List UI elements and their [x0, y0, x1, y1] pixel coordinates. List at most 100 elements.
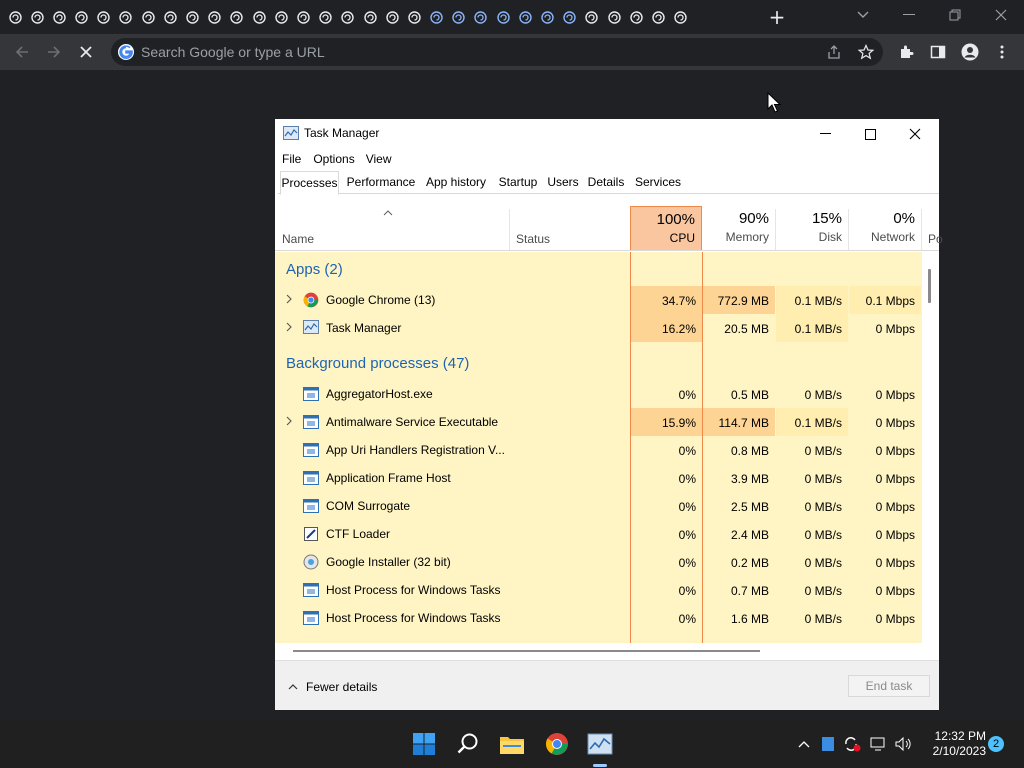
tab-search-button[interactable] — [851, 4, 875, 26]
tab-favicon-icon[interactable] — [385, 10, 399, 25]
task-manager-taskbar-icon[interactable] — [586, 730, 614, 758]
tm-maximize-button[interactable] — [859, 123, 881, 145]
tab-favicon-icon[interactable] — [674, 10, 688, 25]
column-status[interactable]: Status — [516, 232, 550, 246]
tab-favicon-icon[interactable] — [97, 10, 111, 25]
network-icon[interactable] — [870, 736, 888, 752]
tab-favicon-icon[interactable] — [629, 10, 643, 25]
tab-favicon-icon[interactable] — [230, 10, 244, 25]
tab-favicon-icon[interactable] — [430, 10, 444, 25]
table-row[interactable]: Google Chrome (13) 34.7% 772.9 MB 0.1 MB/s 0… — [275, 286, 922, 314]
horizontal-scrollbar-thumb[interactable] — [293, 650, 760, 652]
table-row[interactable]: CTF Loader 0% 2.4 MB 0 MB/s 0 Mbps — [275, 520, 922, 548]
stop-loading-button[interactable] — [74, 40, 98, 64]
volume-icon[interactable] — [895, 736, 913, 752]
start-windows-icon[interactable] — [410, 730, 438, 758]
tab-favicon-icon[interactable] — [563, 10, 577, 25]
column-divider[interactable] — [509, 209, 510, 250]
extensions-puzzle-icon[interactable] — [896, 42, 916, 62]
address-input[interactable] — [141, 41, 821, 63]
tab-favicon-icon[interactable] — [541, 10, 555, 25]
tab-startup[interactable]: Startup — [496, 171, 540, 194]
tab-favicon-icon[interactable] — [585, 10, 599, 25]
share-icon[interactable] — [825, 43, 843, 61]
tab-services[interactable]: Services — [633, 171, 683, 194]
tab-favicon-icon[interactable] — [651, 10, 665, 25]
tab-favicon-icon[interactable] — [407, 10, 421, 25]
tab-processes[interactable]: Processes — [280, 171, 339, 195]
chevron-right-icon[interactable] — [284, 320, 294, 334]
table-row[interactable]: Application Frame Host 0% 3.9 MB 0 MB/s 0 Mb… — [275, 464, 922, 492]
tab-favicon-icon[interactable] — [52, 10, 66, 25]
column-power-truncated[interactable]: Po — [928, 232, 943, 246]
show-hidden-icons-chevron-icon[interactable] — [795, 736, 813, 752]
tab-app-history[interactable]: App history — [424, 171, 488, 194]
tab-favicon-icon[interactable] — [607, 10, 621, 25]
table-row[interactable]: Antimalware Service Executable 15.9% 114.7… — [275, 408, 922, 436]
column-memory[interactable]: 90% Memory — [703, 206, 775, 250]
menu-view[interactable]: View — [355, 149, 392, 169]
tray-app-icon[interactable] — [819, 736, 837, 752]
column-disk[interactable]: 15% Disk — [776, 206, 848, 250]
restore-button[interactable] — [943, 4, 967, 26]
tab-favicon-icon[interactable] — [296, 10, 310, 25]
column-divider[interactable] — [921, 209, 922, 250]
bookmark-star-icon[interactable] — [857, 43, 875, 61]
system-clock[interactable]: 12:32 PM 2/10/2023 — [922, 729, 986, 759]
chrome-taskbar-icon[interactable] — [543, 730, 571, 758]
side-panel-icon[interactable] — [928, 42, 948, 62]
tab-details[interactable]: Details — [586, 171, 626, 194]
tm-minimize-button[interactable] — [814, 123, 836, 145]
tab-favicon-icon[interactable] — [30, 10, 44, 25]
tab-favicon-icon[interactable] — [141, 10, 155, 25]
menu-file[interactable]: File — [275, 149, 301, 169]
file-explorer-icon[interactable] — [498, 730, 526, 758]
forward-button[interactable] — [42, 40, 66, 64]
column-network[interactable]: 0% Network — [849, 206, 921, 250]
profile-avatar-icon[interactable] — [960, 42, 980, 62]
tab-favicon-icon[interactable] — [75, 10, 89, 25]
close-button[interactable] — [989, 4, 1013, 26]
tab-favicon-icon[interactable] — [208, 10, 222, 25]
search-icon[interactable] — [454, 730, 482, 758]
table-row[interactable]: App Uri Handlers Registration V... 0% 0.8 … — [275, 436, 922, 464]
tab-favicon-icon[interactable] — [163, 10, 177, 25]
tab-favicon-icon[interactable] — [319, 10, 333, 25]
table-row[interactable]: Host Process for Windows Tasks 0% 0.7 MB 0 … — [275, 576, 922, 604]
tab-favicon-icon[interactable] — [274, 10, 288, 25]
table-row[interactable]: AggregatorHost.exe 0% 0.5 MB 0 MB/s 0 Mbps — [275, 380, 922, 408]
table-row[interactable]: Task Manager 16.2% 20.5 MB 0.1 MB/s 0 Mbps — [275, 314, 922, 342]
minimize-button[interactable] — [897, 4, 921, 26]
chevron-right-icon[interactable] — [284, 292, 294, 306]
tab-favicon-icon[interactable] — [119, 10, 133, 25]
tab-favicon-icon[interactable] — [474, 10, 488, 25]
tab-users[interactable]: Users — [546, 171, 580, 194]
tab-favicon-icon[interactable] — [518, 10, 532, 25]
tab-favicon-icon[interactable] — [252, 10, 266, 25]
vertical-scrollbar-thumb[interactable] — [928, 269, 931, 303]
task-manager-titlebar[interactable]: Task Manager — [275, 119, 939, 147]
column-name[interactable]: Name — [282, 232, 314, 246]
fewer-details-button[interactable]: Fewer details — [288, 680, 377, 694]
back-button[interactable] — [10, 40, 34, 64]
tab-performance[interactable]: Performance — [341, 171, 421, 194]
tab-favicon-icon[interactable] — [452, 10, 466, 25]
table-row[interactable]: Google Installer (32 bit) 0% 0.2 MB 0 MB/s 0… — [275, 548, 922, 576]
chevron-right-icon[interactable] — [284, 414, 294, 428]
sync-alert-icon[interactable] — [843, 736, 861, 752]
kebab-menu-icon[interactable] — [992, 42, 1012, 62]
group-header[interactable]: Background processes (47) — [275, 352, 922, 380]
new-tab-button[interactable]: + — [766, 6, 788, 28]
table-row[interactable]: COM Surrogate 0% 2.5 MB 0 MB/s 0 Mbps — [275, 492, 922, 520]
tab-favicon-icon[interactable] — [186, 10, 200, 25]
tab-favicon-icon[interactable] — [496, 10, 510, 25]
tab-favicon-icon[interactable] — [8, 10, 22, 25]
address-bar[interactable] — [111, 38, 883, 66]
group-header[interactable]: Apps (2) — [275, 258, 922, 286]
notification-badge[interactable]: 2 — [988, 736, 1004, 752]
tab-favicon-icon[interactable] — [363, 10, 377, 25]
tab-favicon-icon[interactable] — [341, 10, 355, 25]
menu-options[interactable]: Options — [301, 149, 354, 169]
tm-close-button[interactable] — [904, 123, 926, 145]
end-task-button[interactable]: End task — [848, 675, 930, 697]
